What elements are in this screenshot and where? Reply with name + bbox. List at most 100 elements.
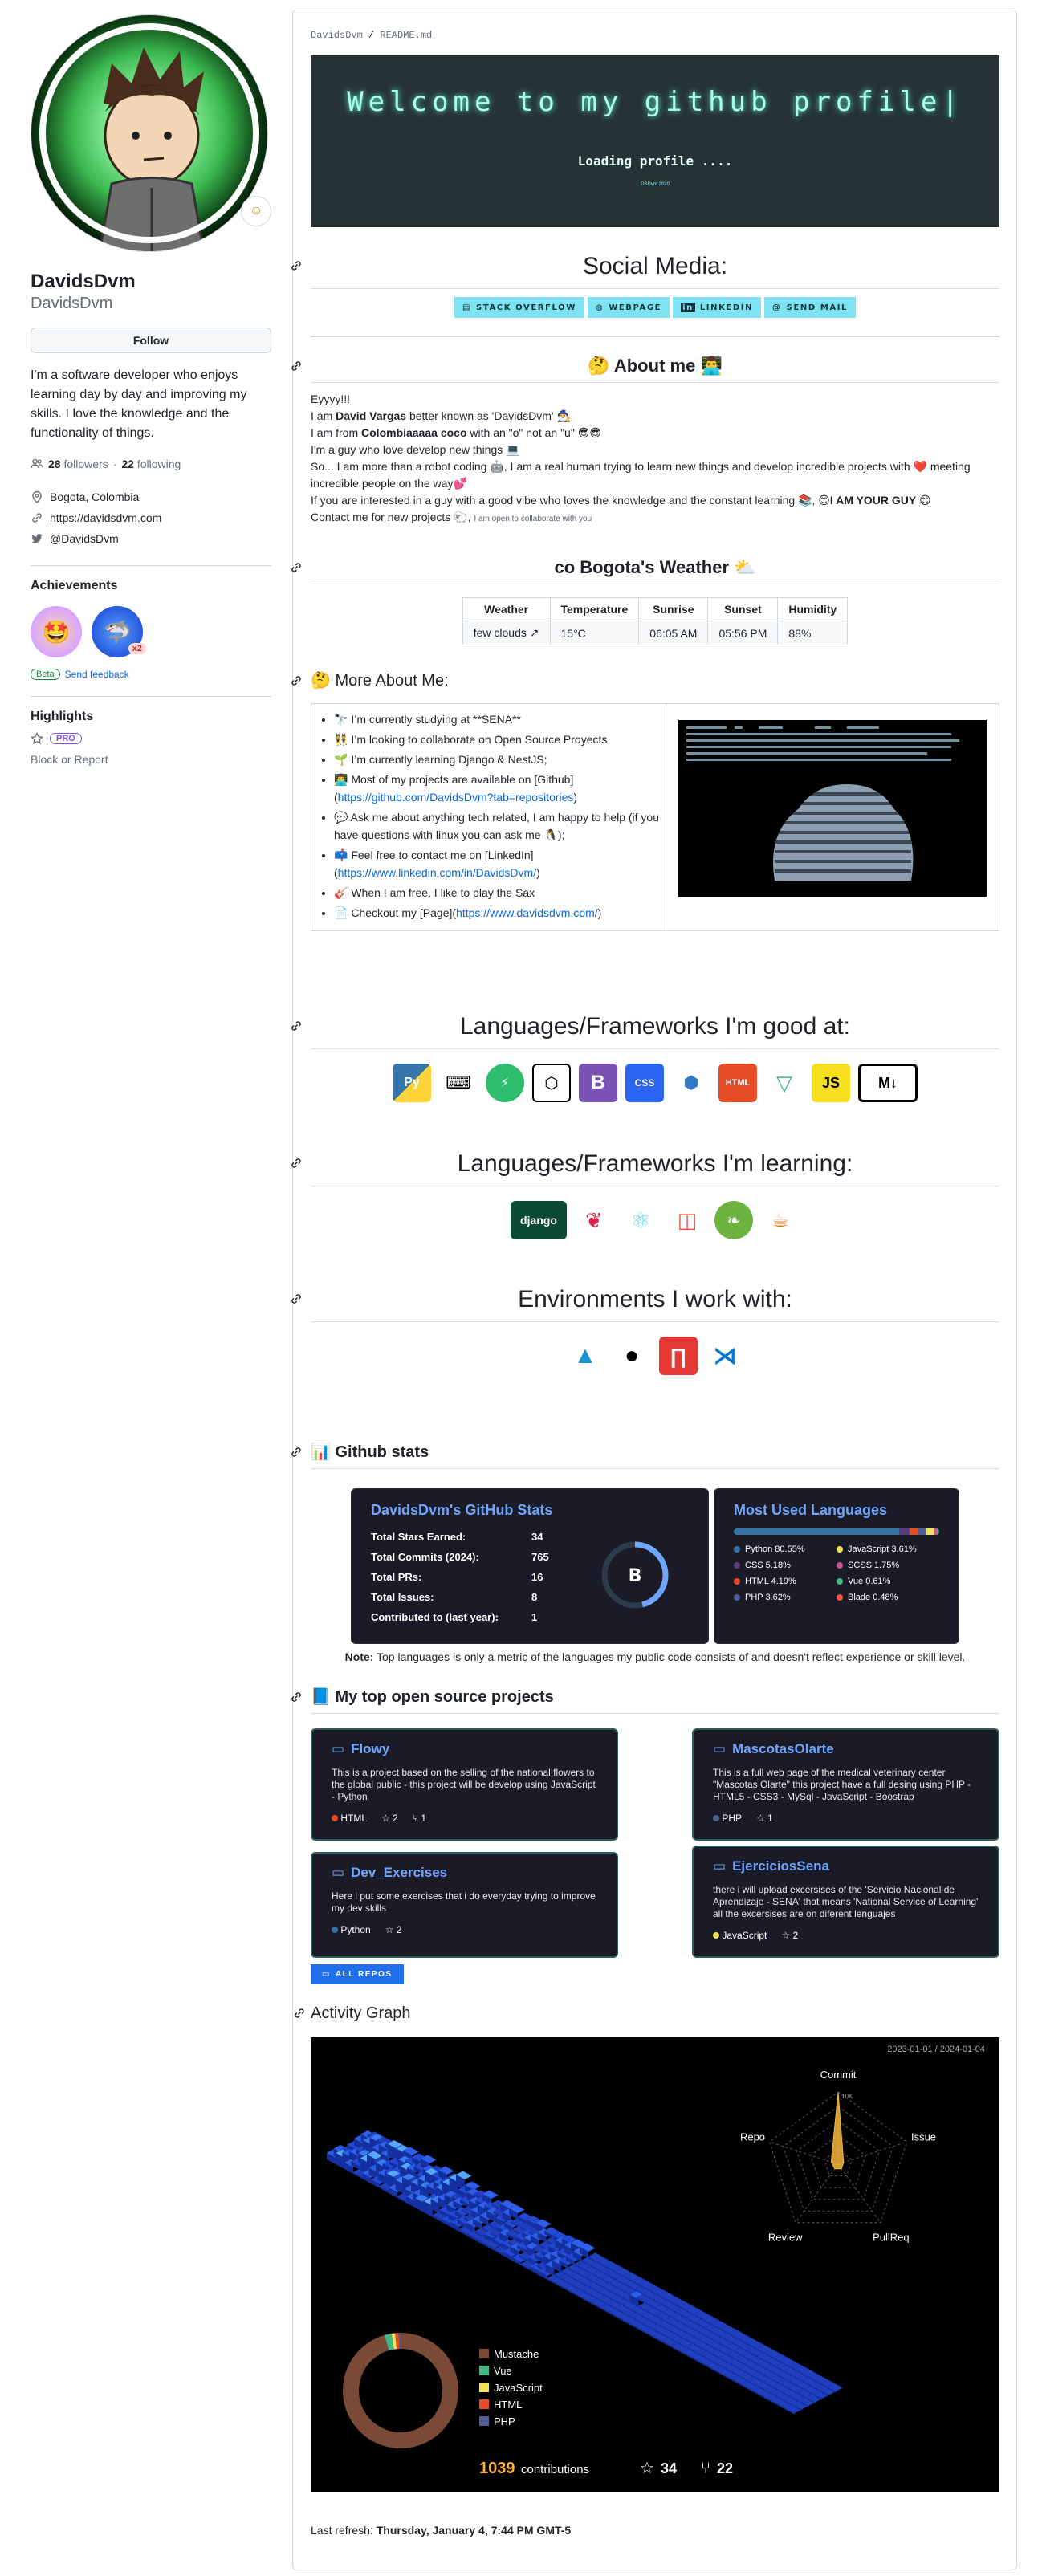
css3-icon[interactable]: CSS xyxy=(625,1064,664,1102)
page-link[interactable]: https://www.davidsdvm.com/ xyxy=(456,906,598,919)
language-item: Vue 0.61% xyxy=(837,1577,939,1586)
anchor-link-icon[interactable] xyxy=(290,259,303,272)
radar-label: Review xyxy=(768,2232,803,2244)
anchor-link-icon[interactable] xyxy=(293,2007,306,2020)
twitter-item[interactable]: @DavidsDvm xyxy=(31,528,273,549)
profile-login: DavidsDvm xyxy=(31,295,113,312)
markdown-icon[interactable]: M↓ xyxy=(858,1064,918,1102)
radar-label: Commit xyxy=(820,2069,857,2081)
anchor-link-icon[interactable] xyxy=(290,1019,303,1032)
radar-label: PullReq xyxy=(873,2232,910,2244)
banner-title: Welcome to my github profile| xyxy=(347,86,963,118)
stackoverflow-button[interactable]: ▤ STACK OVERFLOW xyxy=(454,297,584,318)
thinking-icon: 🤔 xyxy=(588,356,610,376)
legend-swatch xyxy=(479,2349,489,2358)
vscode-icon[interactable]: ⋊ xyxy=(706,1337,744,1375)
last-refresh: Last refresh: Thursday, January 4, 7:44 … xyxy=(311,2524,572,2537)
anchor-link-icon[interactable] xyxy=(290,1157,303,1170)
following-link[interactable]: 22 following xyxy=(121,458,181,470)
profile-bio: I'm a software developer who enjoys lear… xyxy=(31,368,247,440)
status-emoji-icon[interactable]: ☺ xyxy=(241,196,271,226)
activity-graph-svg: 2023-01-01 / 2024-01-04 Commit Issue PullR… xyxy=(326,2045,985,2477)
arch-linux-icon[interactable]: ▲ xyxy=(566,1337,604,1375)
stat-row: Total Issues: 8 xyxy=(371,1591,538,1603)
nestjs-icon[interactable]: ❦ xyxy=(575,1201,613,1239)
javascript-icon[interactable]: JS xyxy=(812,1064,850,1102)
github-icon[interactable]: ● xyxy=(613,1337,651,1375)
nuxt-icon[interactable]: ⚡ xyxy=(486,1064,524,1102)
language-bar-segment xyxy=(938,1528,939,1535)
anchor-link-icon[interactable] xyxy=(290,1446,303,1459)
profile-sidebar: ☺ DavidsDvm DavidsDvm Follow I'm a softw… xyxy=(31,14,273,766)
language-item: PHP 3.62% xyxy=(734,1593,837,1602)
webpage-button[interactable]: ◍ WEBPAGE xyxy=(587,297,670,318)
legend-label: PHP xyxy=(494,2415,515,2427)
stat-row: Total Stars Earned: 34 xyxy=(371,1531,543,1543)
stats-card: DavidsDvm's GitHub Stats Total Stars Ear… xyxy=(351,1488,709,1644)
language-item: SCSS 1.75% xyxy=(837,1561,939,1570)
laravel-icon[interactable]: ◫ xyxy=(668,1201,706,1239)
legend-swatch xyxy=(479,2383,489,2392)
git-icon[interactable]: ⬢ xyxy=(672,1064,710,1102)
languages-card-title: Most Used Languages xyxy=(734,1502,888,1518)
python-icon[interactable]: Py xyxy=(393,1064,431,1102)
about-text: Eyyyy!!! I am David Vargas better known … xyxy=(311,393,971,523)
radar-tick-label: 10K xyxy=(841,2093,853,2100)
repo-card-ejerciciossena[interactable]: ▭ EjerciciosSena there i will upload exce… xyxy=(692,1846,999,1958)
send-feedback-link[interactable]: Send feedback xyxy=(65,669,129,680)
send-mail-button[interactable]: @ SEND MAIL xyxy=(764,297,857,318)
bash-icon[interactable]: ⌨ xyxy=(439,1064,478,1102)
activity-graph: 2023-01-01 / 2024-01-04 Commit Issue PullR… xyxy=(311,2037,999,2492)
repo-card-mascotasolarte[interactable]: ▭ MascotasOlarte This is a full web page … xyxy=(692,1728,999,1841)
linkedin-icon: in xyxy=(681,303,695,312)
cloud-icon[interactable]: ∏ xyxy=(659,1337,698,1375)
legend-label: Vue xyxy=(494,2365,512,2377)
grade-text: B xyxy=(629,1566,642,1586)
languages-legend: Python 80.55% JavaScript 3.61% CSS 5.18% SC… xyxy=(734,1544,939,1602)
social-heading: Social Media: xyxy=(291,251,999,289)
list-item: 🎸 When I am free, I like to play the Sax xyxy=(334,884,659,901)
anchor-link-icon[interactable] xyxy=(290,1691,303,1703)
cube-icon[interactable]: ⬡ xyxy=(532,1064,571,1102)
bootstrap-icon[interactable]: B xyxy=(579,1064,617,1102)
anchor-link-icon[interactable] xyxy=(290,674,303,687)
java-icon[interactable]: ☕ xyxy=(761,1201,800,1239)
crumb-user[interactable]: DavidsDvm xyxy=(311,30,363,41)
social-buttons: ▤ STACK OVERFLOW ◍ WEBPAGE in LINKEDIN @ SEN… xyxy=(311,297,999,318)
beta-label: Beta xyxy=(31,669,60,680)
linkedin-button[interactable]: in LINKEDIN xyxy=(673,297,762,318)
legend-swatch xyxy=(479,2399,489,2409)
contributions-label: contributions xyxy=(521,2463,589,2476)
website-item[interactable]: https://davidsdvm.com xyxy=(31,507,273,528)
vue-icon[interactable]: ▽ xyxy=(765,1064,804,1102)
followers-link[interactable]: 28 followers xyxy=(48,458,108,470)
starstruck-badge-icon[interactable]: 🤩 xyxy=(31,606,82,657)
linkedin-link[interactable]: https://www.linkedin.com/in/DavidsDvm/ xyxy=(338,866,536,879)
radar-value-shape xyxy=(830,2091,845,2170)
pull-shark-badge-icon[interactable]: 🦈 x2 xyxy=(92,606,146,657)
legend-label: Mustache xyxy=(494,2348,539,2360)
avatar[interactable] xyxy=(31,14,268,252)
crumb-file: README.md xyxy=(380,30,433,41)
projects-heading: 📘 My top open source projects xyxy=(291,1686,999,1714)
repo-icon: ▭ xyxy=(322,1970,331,1979)
star-icon xyxy=(31,732,43,745)
anchor-link-icon[interactable] xyxy=(290,561,303,574)
django-icon[interactable]: django xyxy=(511,1201,567,1239)
language-item: Python 80.55% xyxy=(734,1544,837,1554)
list-item: 📫 Feel free to contact me on [LinkedIn](… xyxy=(334,846,659,881)
all-repos-button[interactable]: ▭ ALL REPOS xyxy=(311,1964,404,1984)
spring-icon[interactable]: ❧ xyxy=(714,1201,753,1239)
repo-card-flowy[interactable]: ▭ Flowy This is a project based on the se… xyxy=(311,1728,618,1841)
language-bar-segment xyxy=(926,1528,934,1535)
html5-icon[interactable]: HTML xyxy=(718,1064,757,1102)
readme-box: DavidsDvm / README.md Welcome to my gith… xyxy=(290,10,1017,2570)
repo-icon: ▭ xyxy=(332,1741,345,1756)
github-repos-link[interactable]: https://github.com/DavidsDvm?tab=reposit… xyxy=(338,791,574,804)
block-report-link[interactable]: Block or Report xyxy=(31,753,273,766)
follow-button[interactable]: Follow xyxy=(31,328,271,353)
react-icon[interactable]: ⚛ xyxy=(621,1201,660,1239)
anchor-link-icon[interactable] xyxy=(290,1292,303,1305)
anchor-link-icon[interactable] xyxy=(290,360,303,372)
repo-card-dev-exercises[interactable]: ▭ Dev_Exercises Here i put some exercises… xyxy=(311,1852,618,1958)
